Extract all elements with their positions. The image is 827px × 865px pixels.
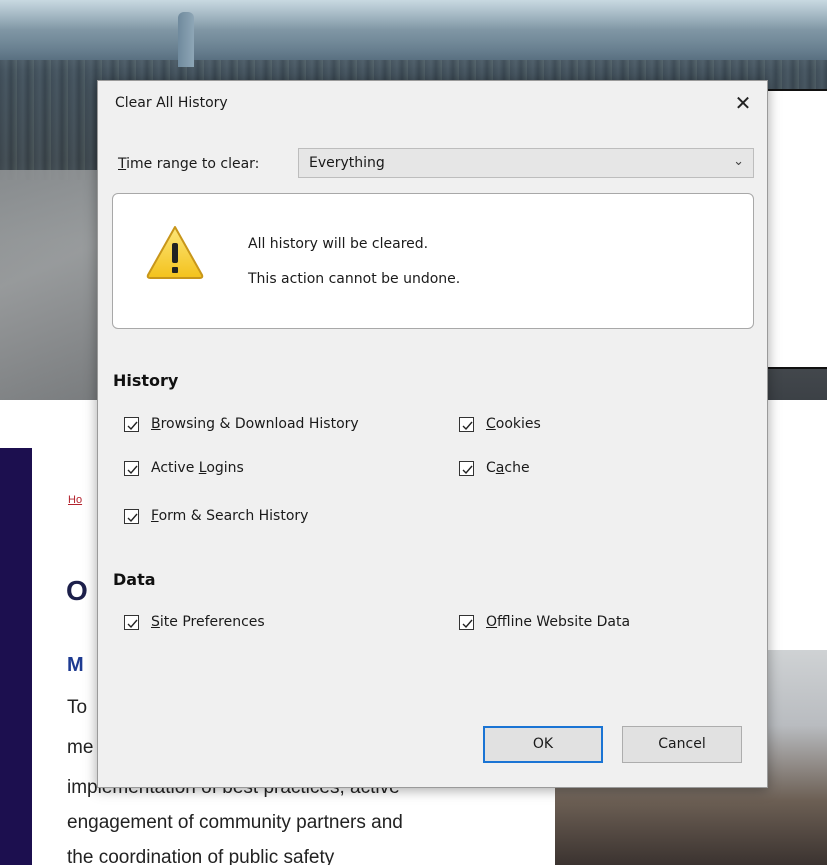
time-range-selected-value: Everything [309,155,385,171]
warning-text-line2: This action cannot be undone. [248,271,461,287]
checkbox-cache[interactable]: Cache [459,457,530,479]
time-range-select[interactable]: Everything ⌄ [298,148,754,178]
dialog-title: Clear All History [115,95,228,111]
checkbox-label: Active Logins [151,460,244,476]
checkmark-icon [127,513,138,522]
close-icon[interactable]: ✕ [730,90,756,116]
checkbox-label: Form & Search History [151,508,309,524]
data-section-heading: Data [113,570,156,589]
checkbox-browsing-download-history[interactable]: Browsing & Download History [124,413,359,435]
checkbox-site-preferences[interactable]: Site Preferences [124,611,265,633]
checkmark-icon [127,619,138,628]
checkbox-box[interactable] [459,460,474,476]
checkbox-box[interactable] [124,460,139,476]
checkbox-label: Cache [486,460,530,476]
checkbox-label: Browsing & Download History [151,416,359,432]
chevron-down-icon: ⌄ [733,154,744,169]
checkbox-box[interactable] [459,614,474,630]
page-sidebar-bar [0,448,32,865]
history-section-heading: History [113,371,179,390]
warning-icon [146,226,204,279]
checkbox-box[interactable] [124,416,139,432]
page-subheading: M [67,654,84,676]
time-range-label-accesskey: T [118,156,127,172]
page-heading: O [66,575,88,606]
checkbox-box[interactable] [124,614,139,630]
checkbox-cookies[interactable]: Cookies [459,413,541,435]
checkbox-box[interactable] [124,508,139,524]
checkbox-label: Offline Website Data [486,614,631,630]
hero-overlay-box [760,89,827,369]
paragraph-line: engagement of community partners and [67,812,403,833]
checkbox-form-search-history[interactable]: Form & Search History [124,505,308,527]
checkmark-icon [462,619,473,628]
breadcrumb-home-link[interactable]: Ho [68,494,82,506]
checkmark-icon [127,465,138,474]
cancel-button[interactable]: Cancel [622,726,742,763]
checkmark-icon [127,421,138,430]
warning-box: All history will be cleared. This action… [112,193,754,329]
paragraph-line: the coordination of public safety [67,847,335,865]
checkmark-icon [462,465,473,474]
checkbox-label: Site Preferences [151,614,265,630]
checkbox-box[interactable] [459,416,474,432]
checkbox-offline-website-data[interactable]: Offline Website Data [459,611,630,633]
checkbox-active-logins[interactable]: Active Logins [124,457,244,479]
warning-text-line1: All history will be cleared. [248,236,429,252]
time-range-label: Time range to clear: [118,156,259,172]
checkmark-icon [462,421,473,430]
checkbox-label: Cookies [486,416,541,432]
ok-button[interactable]: OK [483,726,603,763]
time-range-label-text: ime range to clear: [126,156,260,172]
water-tower [178,12,194,67]
clear-history-dialog: Clear All History ✕ Time range to clear:… [97,80,768,788]
